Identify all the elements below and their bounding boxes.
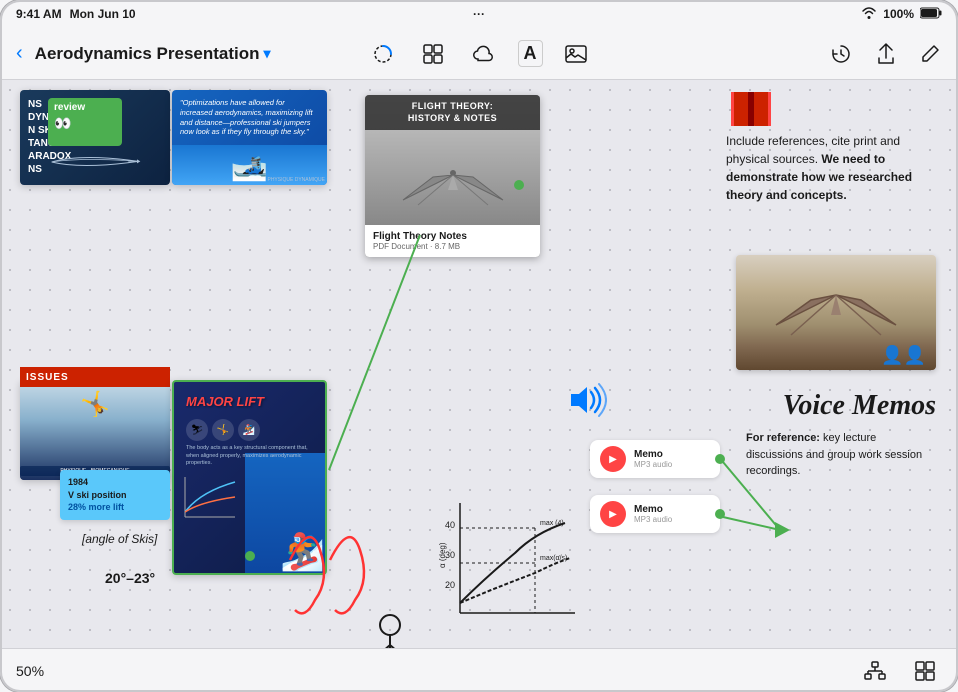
flight-theory-label-sub: PDF Document · 8.7 MB [373,242,532,251]
connector-dot-slide4 [245,551,255,561]
circle-skier-2: 🤸 [212,419,234,441]
flight-theory-title: FLIGHT THEORY:HISTORY & NOTES [371,101,534,124]
audio-icon-area [560,380,610,420]
issues-strip: ISSUES [20,367,170,387]
image-button[interactable] [559,40,593,68]
note-card: Include references, cite print and physi… [726,90,936,204]
lasso-tool-button[interactable] [366,39,400,69]
time-display: 9:41 AM [16,7,62,21]
memo-title-2: Memo [634,504,710,515]
circle-skier-1: ⛷ [186,419,208,441]
flight-theory-image: FLIGHT THEORY:HISTORY & NOTES [365,95,540,225]
review-eyes: 👀 [54,115,116,132]
date-display: Mon Jun 10 [70,7,136,21]
memo-info-2: Memo MP3 audio [634,504,710,524]
graph-area: 40 30 20 α (deg) max (4) max(α̇/s) [435,498,575,628]
ski-sticky[interactable]: 1984 V ski position 28% more lift [60,470,170,520]
history-button[interactable] [824,39,858,69]
speaker-icon [563,380,607,420]
battery-display: 100% [883,7,914,21]
wifi-icon [861,7,877,22]
major-lift-title: MAJOR LIFT [180,388,319,415]
voice-memos-title: Voice Memos [783,390,936,422]
bottom-bar: 50% [0,648,958,692]
flight-theory-card[interactable]: FLIGHT THEORY:HISTORY & NOTES Flight The… [365,95,540,257]
historical-photo[interactable]: 👤👤 [736,255,936,370]
connector-dot-flight-theory [514,180,524,190]
memo-card-1[interactable]: ▶ Memo MP3 audio [590,440,720,478]
status-bar-left: 9:41 AM Mon Jun 10 [16,7,136,21]
angle-value: 20°–23° [105,570,155,588]
memo-info-1: Memo MP3 audio [634,449,710,469]
browse-button[interactable] [416,39,450,69]
svg-text:max (4): max (4) [540,520,564,527]
document-title[interactable]: Aerodynamics Presentation ▾ [35,44,271,64]
slide-quote-text: "Optimizations have allowed for increase… [172,90,327,145]
memo-play-button-2[interactable]: ▶ [600,501,626,527]
slide4-circles: ⛷ 🤸 🏂 [180,415,319,445]
edit-button[interactable] [914,40,946,68]
note-card-text: Include references, cite print and physi… [726,132,936,204]
slide-ski-jumper[interactable]: 🤸 PHYSIQUE · BIOMECANIQUE [20,380,170,480]
canvas: NS DYNAMICS N SKIS TANCE ARADOX NS "Opti… [0,80,958,648]
title-chevron: ▾ [264,45,271,62]
svg-text:40: 40 [445,520,455,530]
issues-text: ISSUES [26,372,69,383]
text-button[interactable]: A [518,40,543,67]
toolbar-center: A [366,39,593,69]
document-title-text: Aerodynamics Presentation [35,44,260,64]
major-lift-body: The body acts as a key structural compon… [180,445,319,468]
flight-theory-label-title: Flight Theory Notes [373,231,532,242]
voice-memos-description: For reference: key lecture discussions a… [746,430,936,480]
share-button[interactable] [870,39,902,69]
status-bar-center: ··· [473,7,485,21]
cloud-button[interactable] [466,41,502,67]
memo-title-1: Memo [634,449,710,460]
zoom-level: 50% [16,663,44,679]
review-label: review [54,102,116,113]
toolbar-right [593,39,947,69]
toolbar: ‹ Aerodynamics Presentation ▾ [0,28,958,80]
toolbar-left: ‹ Aerodynamics Presentation ▾ [12,38,366,69]
dots-indicator: ··· [473,7,485,21]
slide-quote[interactable]: "Optimizations have allowed for increase… [172,90,327,185]
ski-sticky-year: 1984 V ski position 28% more lift [68,476,162,514]
memo-sub-2: MP3 audio [634,515,710,524]
slide-major-lift[interactable]: MAJOR LIFT ⛷ 🤸 🏂 The body acts as a key … [172,380,327,575]
memo-sub-1: MP3 audio [634,460,710,469]
status-bar: 9:41 AM Mon Jun 10 ··· 100% [0,0,958,28]
memo-play-button-1[interactable]: ▶ [600,446,626,472]
tree-view-button[interactable] [858,657,892,685]
review-sticky[interactable]: review 👀 [48,98,122,146]
circle-skier-3: 🏂 [238,419,260,441]
svg-text:α (deg): α (deg) [438,542,447,568]
back-button[interactable]: ‹ [12,38,27,69]
angle-label: [angle of Skis] [82,530,157,548]
grid-view-button[interactable] [908,656,942,686]
battery-icon [920,7,942,22]
connector-dot-memo2 [715,509,725,519]
svg-text:max(α̇/s): max(α̇/s) [540,555,567,562]
memo-card-2[interactable]: ▶ Memo MP3 audio [590,495,720,533]
status-bar-right: 100% [861,7,942,22]
connector-dot-memo1 [715,454,725,464]
bottom-icons [858,656,942,686]
flight-theory-label: Flight Theory Notes PDF Document · 8.7 M… [365,225,540,257]
svg-text:20: 20 [445,580,455,590]
